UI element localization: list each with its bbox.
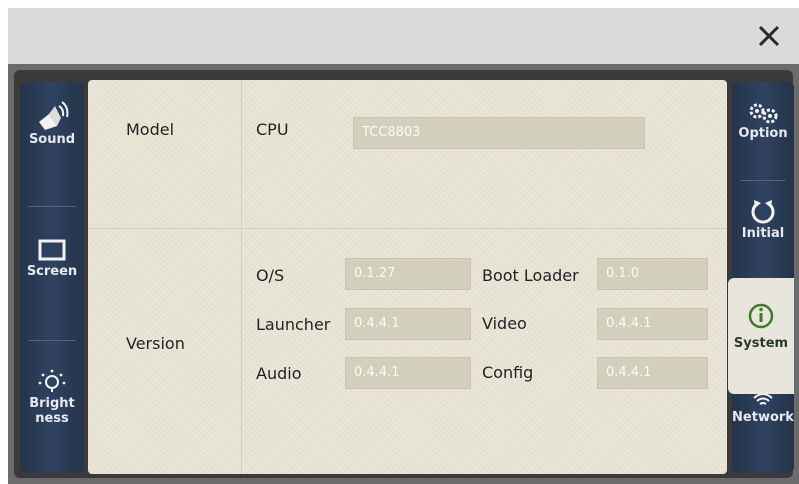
sidebar-item-sound[interactable]: Sound: [20, 100, 84, 147]
model-label: Model: [126, 120, 175, 139]
left-sidebar: Sound Screen Bright ness: [20, 82, 84, 473]
column-divider: [241, 80, 242, 474]
sidebar-item-label: Screen: [26, 264, 78, 279]
sidebar-item-label: Network: [732, 410, 794, 425]
config-label: Config: [482, 363, 534, 382]
sidebar-item-brightness[interactable]: Bright ness: [20, 368, 84, 426]
sidebar-divider: [28, 206, 76, 207]
os-label: O/S: [256, 266, 285, 285]
row-divider: [88, 228, 727, 229]
sidebar-divider: [740, 180, 786, 181]
system-info-panel: Model CPU TCC8803 Version O/S 0.1.27 Boo…: [88, 80, 727, 474]
version-label: Version: [126, 334, 185, 353]
monitor-icon: [38, 239, 66, 261]
close-icon[interactable]: [755, 22, 783, 50]
video-label: Video: [482, 314, 527, 333]
audio-label: Audio: [256, 364, 302, 383]
sidebar-item-network[interactable]: Network: [732, 390, 794, 425]
sidebar-item-initial[interactable]: Initial: [732, 196, 794, 241]
video-value: 0.4.4.1: [597, 308, 708, 340]
audio-value: 0.4.4.1: [345, 357, 471, 389]
speaker-icon: [39, 101, 69, 130]
sidebar-item-label: Initial: [741, 226, 785, 241]
sidebar-divider: [28, 340, 76, 341]
os-value: 0.1.27: [345, 258, 471, 290]
info-icon: [748, 303, 774, 329]
sidebar-item-label-line1: Bright: [29, 396, 75, 411]
sidebar-item-label-line2: ness: [35, 411, 69, 426]
config-value: 0.4.4.1: [597, 357, 708, 389]
title-bar: [8, 8, 799, 64]
gears-icon: [749, 103, 778, 124]
sidebar-item-label: System: [733, 336, 789, 351]
brightness-icon: [38, 369, 66, 392]
cpu-label: CPU: [256, 120, 289, 139]
boot-loader-label: Boot Loader: [482, 266, 579, 285]
cpu-value: TCC8803: [353, 117, 645, 149]
boot-loader-value: 0.1.0: [597, 258, 708, 290]
launcher-label: Launcher: [256, 315, 331, 334]
sidebar-item-label: Option: [738, 126, 788, 141]
sidebar-item-label: Sound: [28, 132, 76, 147]
sidebar-item-screen[interactable]: Screen: [20, 238, 84, 279]
launcher-value: 0.4.4.1: [345, 308, 471, 340]
refresh-icon: [751, 200, 775, 224]
system-tab-content: System: [728, 302, 794, 351]
sidebar-item-option[interactable]: Option: [732, 100, 794, 141]
sidebar-item-system[interactable]: System: [728, 278, 794, 394]
